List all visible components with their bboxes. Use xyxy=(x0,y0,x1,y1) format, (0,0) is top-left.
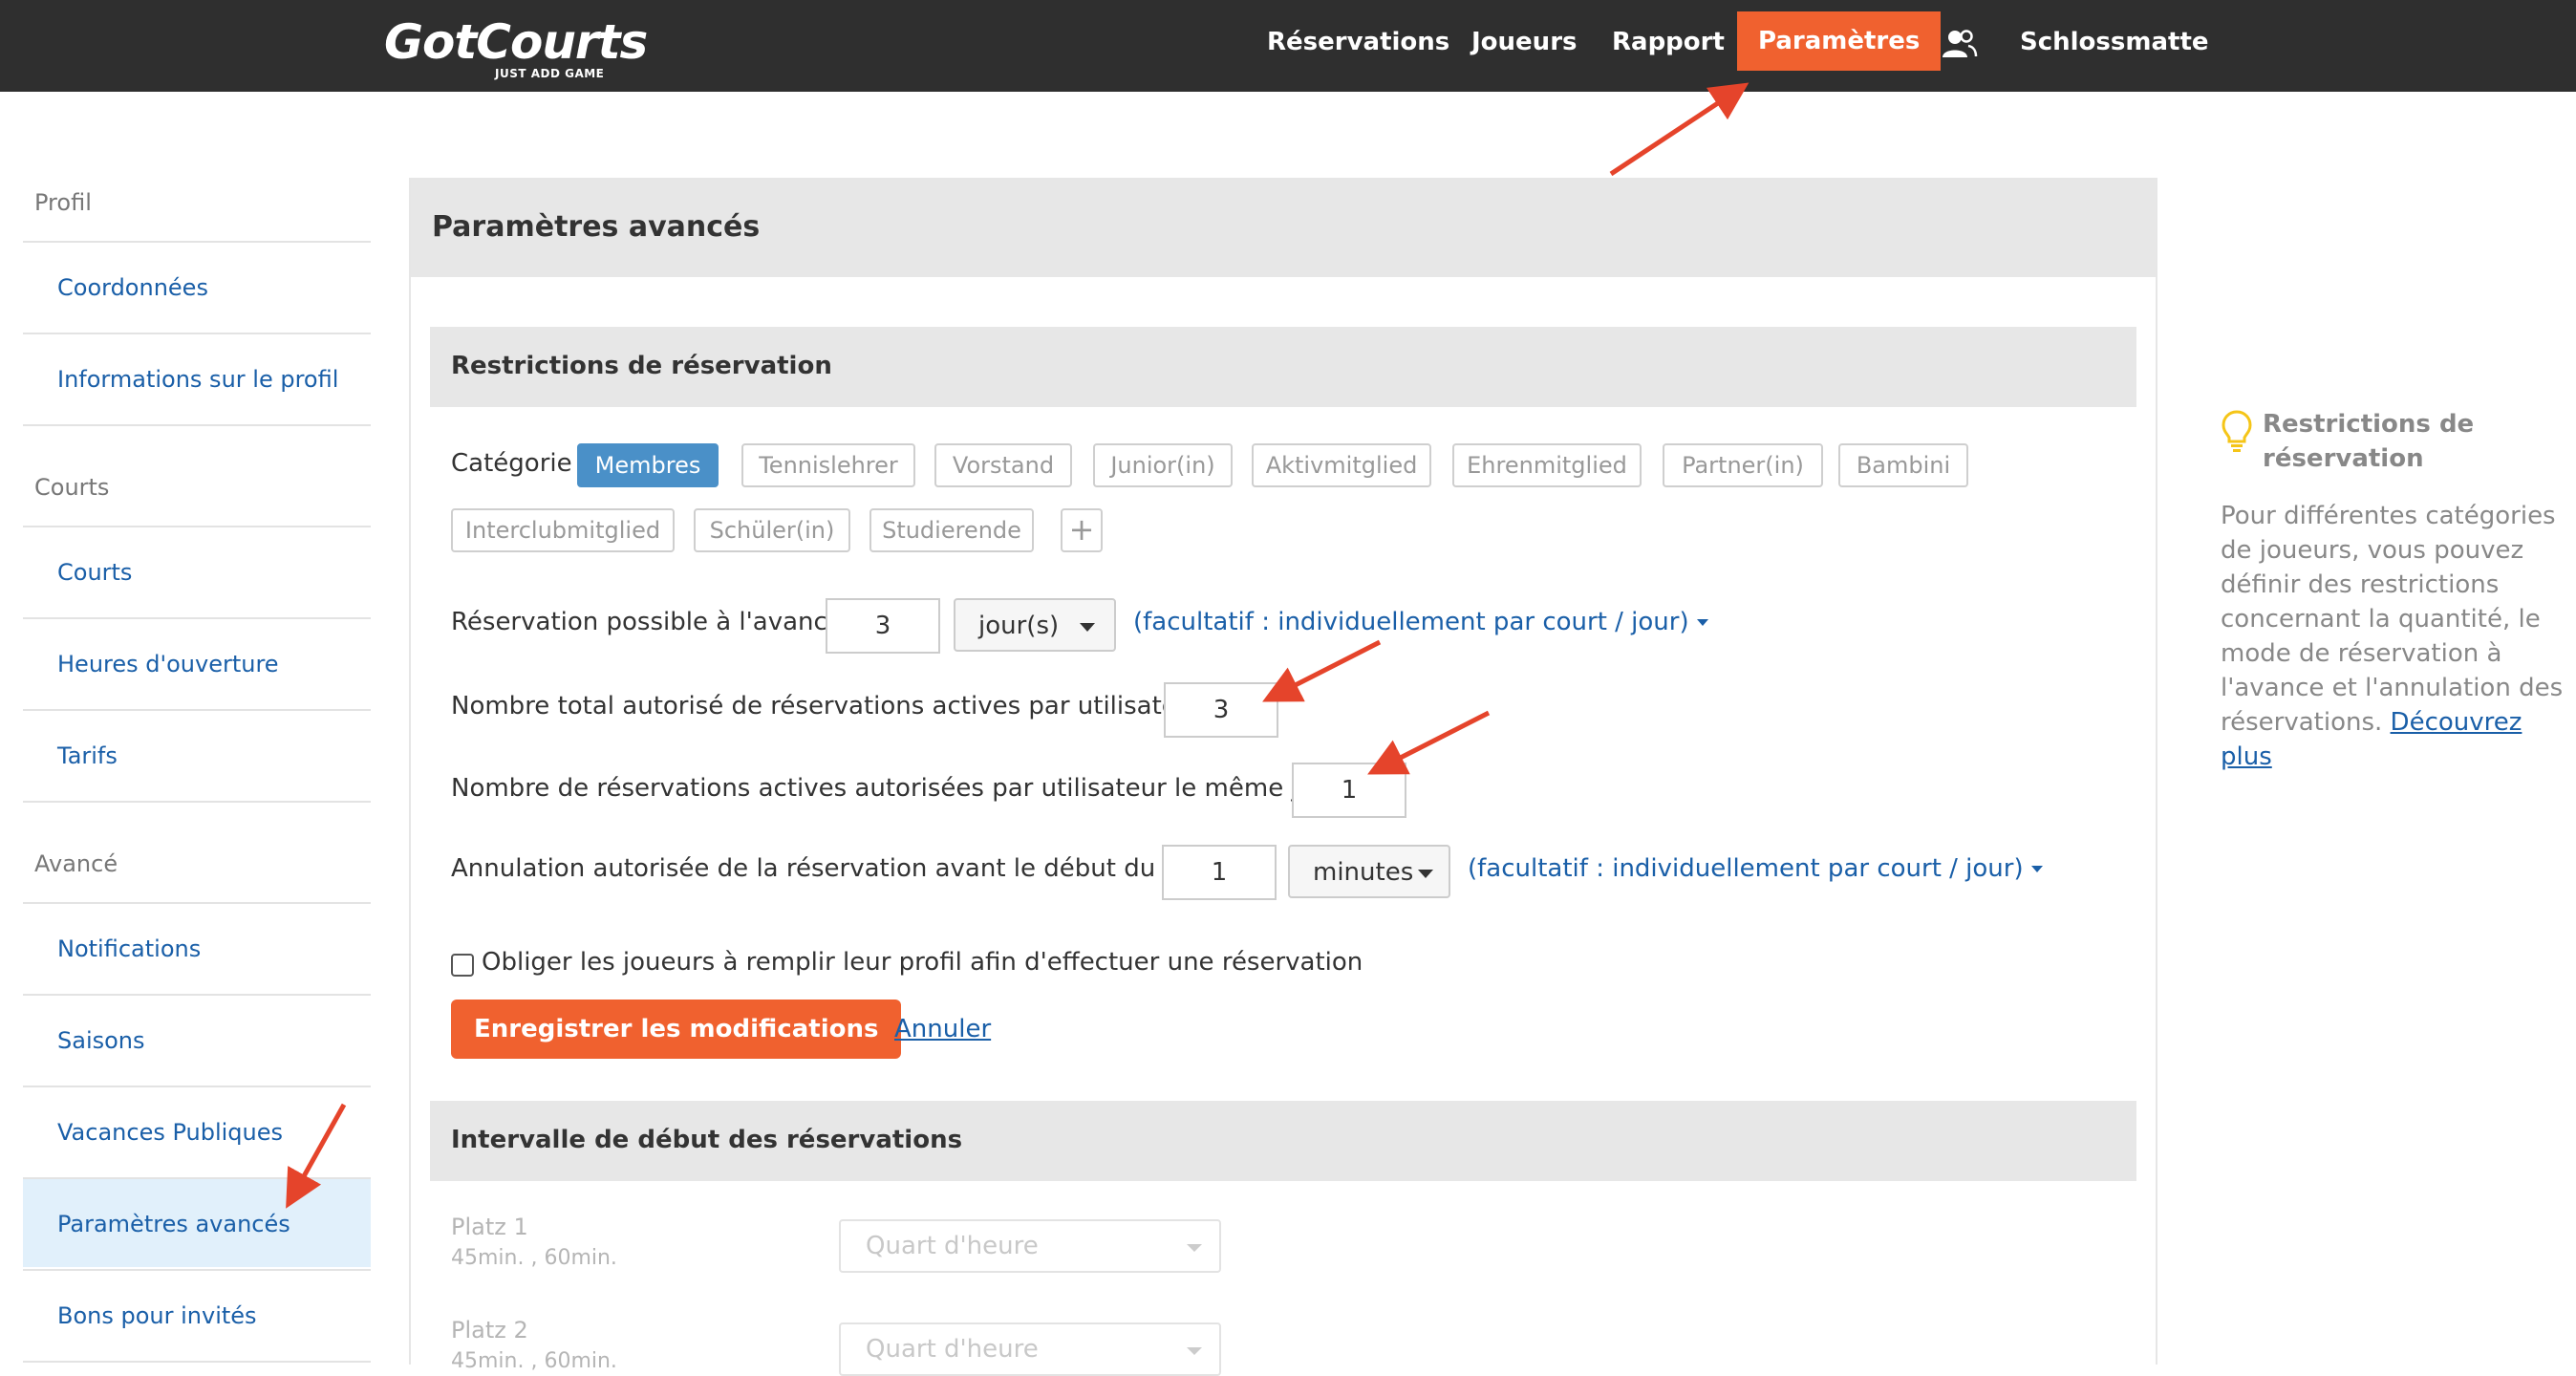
sidebar-item-opening-hours[interactable]: Heures d'ouverture xyxy=(23,617,371,707)
lightbulb-icon xyxy=(2222,410,2252,452)
page-title: Paramètres avancés xyxy=(432,210,761,244)
logo-tagline: JUST ADD GAME xyxy=(495,67,605,80)
sidebar-item-tarifs[interactable]: Tarifs xyxy=(23,709,371,799)
nav-parametres[interactable]: Paramètres xyxy=(1737,11,1942,71)
sidebar-item-notifications[interactable]: Notifications xyxy=(23,902,371,992)
court-durations: 45min. , 60min. xyxy=(451,1246,617,1270)
category-tag-partner[interactable]: Partner(in) xyxy=(1663,443,1823,487)
logo-text: GotCourts xyxy=(384,14,648,70)
advance-unit-select[interactable]: jour(s) xyxy=(954,598,1116,652)
tip-title: Restrictions de réservation xyxy=(2263,410,2475,473)
cancellation-optional-link-text: (facultatif : individuellement par court… xyxy=(1468,854,2024,883)
top-navbar: GotCourts JUST ADD GAME Réservations Jou… xyxy=(0,0,2576,92)
category-label: Catégorie xyxy=(451,449,572,478)
same-day-input[interactable]: 1 xyxy=(1292,763,1406,818)
arrow-to-parametres xyxy=(1609,82,1750,177)
sidebar-section-courts: Courts xyxy=(34,474,110,501)
court-name: Platz 1 xyxy=(451,1214,528,1240)
nav-club-name[interactable]: Schlossmatte xyxy=(2020,0,2209,86)
gotcourts-logo[interactable]: GotCourts JUST ADD GAME xyxy=(384,13,648,80)
court-interval-value: Quart d'heure xyxy=(866,1335,1039,1364)
main-header: Paramètres avancés xyxy=(411,180,2156,277)
cancellation-optional-link[interactable]: (facultatif : individuellement par court… xyxy=(1468,854,2043,883)
advance-optional-link-text: (facultatif : individuellement par court… xyxy=(1133,608,1689,636)
category-tag-schueler[interactable]: Schüler(in) xyxy=(694,508,850,552)
sidebar-item-saisons[interactable]: Saisons xyxy=(23,994,371,1084)
users-icon[interactable] xyxy=(1940,25,1978,63)
category-tag-studierende[interactable]: Studierende xyxy=(869,508,1034,552)
nav-joueurs[interactable]: Joueurs xyxy=(1471,0,1578,86)
sidebar-divider xyxy=(23,424,371,426)
caret-down-icon xyxy=(2030,866,2043,872)
category-tag-membres[interactable]: Membres xyxy=(577,443,719,487)
add-category-button[interactable]: + xyxy=(1061,508,1103,552)
interval-section-header: Intervalle de début des réservations xyxy=(430,1101,2136,1181)
total-active-input[interactable]: 3 xyxy=(1164,682,1278,738)
advance-booking-input[interactable]: 3 xyxy=(826,598,940,654)
nav-rapport[interactable]: Rapport xyxy=(1612,0,1725,86)
tip-body-text: Pour différentes catégories de joueurs, … xyxy=(2221,502,2564,737)
category-tag-ehrenmitglied[interactable]: Ehrenmitglied xyxy=(1452,443,1642,487)
chevron-down-icon xyxy=(1187,1244,1202,1252)
court-durations: 45min. , 60min. xyxy=(451,1349,617,1373)
profile-required-checkbox[interactable] xyxy=(451,954,474,977)
sidebar-section-profile: Profil xyxy=(34,189,92,216)
category-tag-vorstand[interactable]: Vorstand xyxy=(934,443,1072,487)
chevron-down-icon xyxy=(1080,623,1095,632)
category-tag-tennislehrer[interactable]: Tennislehrer xyxy=(741,443,915,487)
category-tag-aktivmitglied[interactable]: Aktivmitglied xyxy=(1252,443,1431,487)
advance-optional-link[interactable]: (facultatif : individuellement par court… xyxy=(1133,608,1708,636)
caret-down-icon xyxy=(1696,619,1708,626)
restrictions-section-header: Restrictions de réservation xyxy=(430,327,2136,407)
sidebar-item-profile-info[interactable]: Informations sur le profil xyxy=(23,333,371,422)
chevron-down-icon xyxy=(1187,1347,1202,1355)
sidebar-divider xyxy=(23,801,371,803)
restrictions-title: Restrictions de réservation xyxy=(451,352,832,380)
sidebar-item-coordonnees[interactable]: Coordonnées xyxy=(23,241,371,331)
cancellation-input[interactable]: 1 xyxy=(1162,845,1277,900)
nav-reservations[interactable]: Réservations xyxy=(1267,0,1449,86)
court-interval-select[interactable]: Quart d'heure xyxy=(839,1219,1221,1273)
sidebar-item-advanced-settings[interactable]: Paramètres avancés xyxy=(23,1177,371,1267)
category-tag-interclubmitglied[interactable]: Interclubmitglied xyxy=(451,508,675,552)
court-interval-value: Quart d'heure xyxy=(866,1232,1039,1260)
plus-icon: + xyxy=(1068,511,1095,548)
court-name: Platz 2 xyxy=(451,1317,528,1344)
cancellation-label: Annulation autorisée de la réservation a… xyxy=(451,854,1218,883)
cancellation-unit-select[interactable]: minutes xyxy=(1288,845,1450,898)
court-interval-select[interactable]: Quart d'heure xyxy=(839,1322,1221,1376)
sidebar-item-public-holidays[interactable]: Vacances Publiques xyxy=(23,1086,371,1175)
cancellation-unit-value: minutes xyxy=(1313,858,1414,887)
cancel-link[interactable]: Annuler xyxy=(894,1015,991,1043)
profile-required-label: Obliger les joueurs à remplir leur profi… xyxy=(482,948,1363,977)
sidebar-item-courts[interactable]: Courts xyxy=(23,526,371,615)
tip-body: Pour différentes catégories de joueurs, … xyxy=(2221,499,2565,774)
category-tag-junior[interactable]: Junior(in) xyxy=(1093,443,1233,487)
main-panel: Paramètres avancés Restrictions de réser… xyxy=(409,178,2157,1376)
advance-booking-label: Réservation possible à l'avance : xyxy=(451,608,859,636)
save-button[interactable]: Enregistrer les modifications xyxy=(451,1000,902,1059)
sidebar-item-guest-vouchers[interactable]: Bons pour invités xyxy=(23,1269,371,1359)
total-active-label: Nombre total autorisé de réservations ac… xyxy=(451,692,1219,720)
interval-title: Intervalle de début des réservations xyxy=(451,1126,963,1154)
advance-unit-value: jour(s) xyxy=(978,612,1060,640)
category-tag-bambini[interactable]: Bambini xyxy=(1838,443,1968,487)
chevron-down-icon xyxy=(1418,870,1433,878)
sidebar-section-advanced: Avancé xyxy=(34,850,118,877)
same-day-label: Nombre de réservations actives autorisée… xyxy=(451,774,1356,803)
sidebar-divider xyxy=(23,1361,371,1363)
